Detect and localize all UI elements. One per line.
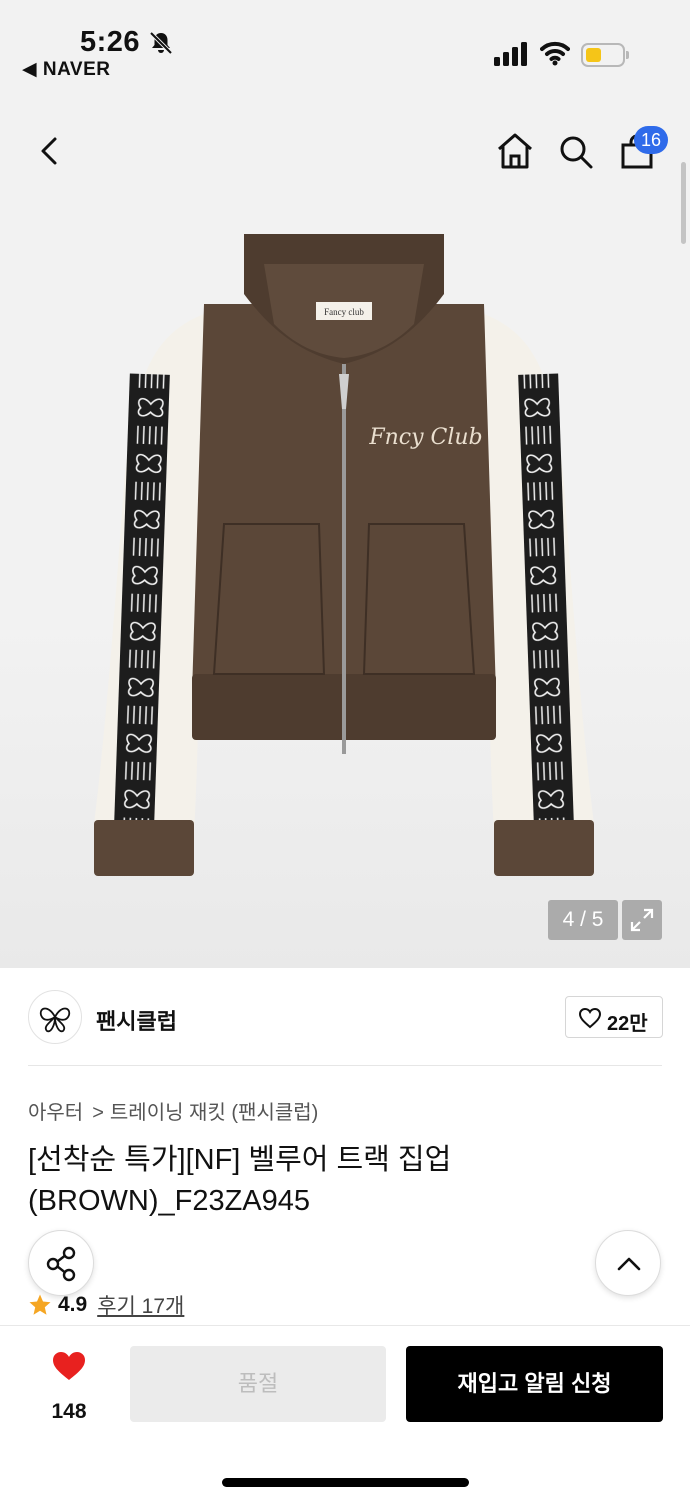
product-image: Fancy club Fncy Club [94,234,594,876]
wifi-icon [540,41,570,66]
clock: 5:26 [80,26,141,58]
wishlist-count: 148 [51,1400,87,1423]
battery-icon [581,43,629,67]
divider [28,1065,662,1066]
breadcrumb-separator: > [92,1102,104,1124]
brand-logo[interactable] [28,990,82,1044]
wishlist-button[interactable]: 148 [44,1350,94,1430]
expand-image-button[interactable] [622,900,662,940]
scroll-indicator [681,162,686,244]
back-icon[interactable] [34,134,68,168]
search-icon[interactable] [558,134,594,170]
home-indicator[interactable] [222,1478,469,1487]
product-title: [선착순 특가][NF] 벨루어 트랙 집업 (BROWN)_F23ZA945 [28,1144,452,1217]
rating-score: 4.9 [58,1293,88,1316]
status-bar: 5:26 ◀ NAVER [0,0,690,90]
butterfly-logo-icon [39,1007,71,1033]
back-to-naver-link[interactable]: ◀ NAVER [22,58,111,81]
brand-like-count: 22만 [607,1013,648,1035]
brand-name[interactable]: 팬시클럽 [96,1004,177,1036]
share-icon [46,1246,76,1282]
rating-row: 4.9 후기 17개 [28,1290,184,1320]
bottom-action-bar: 148 품절 재입고 알림 신청 [0,1325,690,1500]
jacket-embroidery-text: Fncy Club [368,425,482,450]
product-gallery[interactable]: 16 Fancy club Fncy Club 4 / 5 [0,90,690,968]
heart-filled-icon [53,1352,85,1380]
cellular-signal-icon [494,42,527,66]
reviews-link[interactable]: 후기 17개 [97,1290,184,1320]
star-icon [29,1294,51,1315]
chevron-up-icon [617,1257,641,1271]
image-pager: 4 / 5 [548,900,618,940]
breadcrumb: 아우터 > 트레이닝 재킷 (팬시클럽) [28,1096,318,1125]
breadcrumb-item[interactable]: 트레이닝 재킷 (팬시클럽) [110,1096,318,1125]
expand-icon [630,908,654,932]
scroll-to-top-button[interactable] [595,1230,661,1296]
share-button[interactable] [28,1230,94,1296]
restock-alert-button[interactable]: 재입고 알림 신청 [406,1346,663,1422]
cart-count-badge: 16 [634,126,668,154]
silent-bell-icon [149,31,173,55]
breadcrumb-item[interactable]: 아우터 [28,1096,83,1125]
battery-level [586,48,601,62]
heart-outline-icon [578,1007,602,1029]
home-icon[interactable] [496,132,534,170]
brand-like-button[interactable]: 22만 [565,996,663,1038]
jacket-label-text: Fancy club [324,307,364,317]
brand-row: 팬시클럽 22만 [0,968,690,1066]
soldout-button: 품절 [130,1346,386,1422]
